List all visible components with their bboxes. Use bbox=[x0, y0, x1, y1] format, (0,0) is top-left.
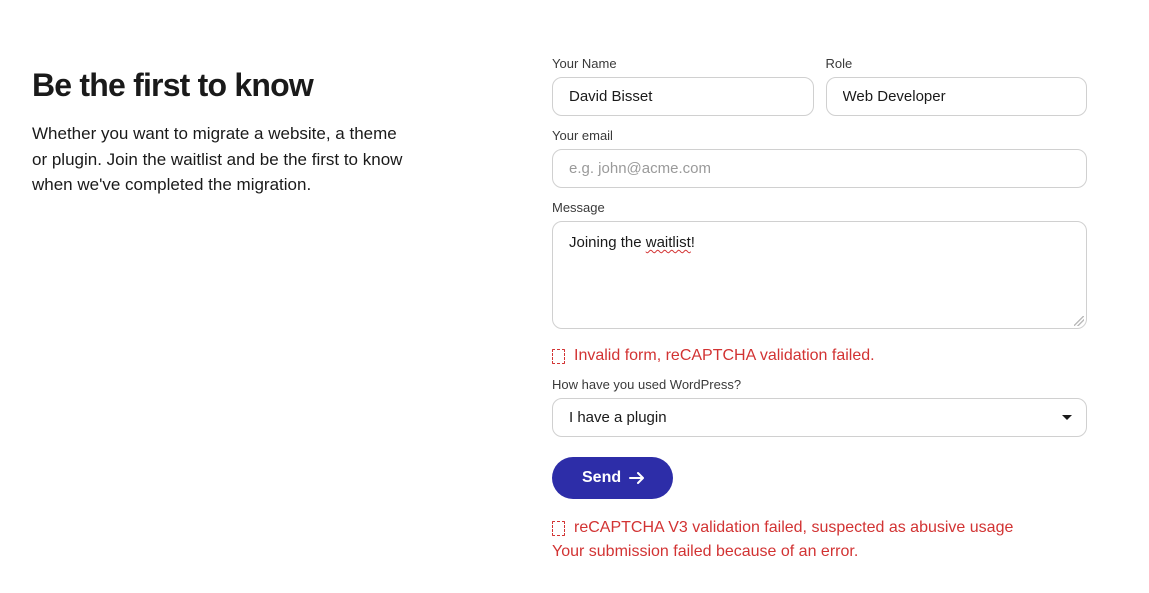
error-top-text: Invalid form, reCAPTCHA validation faile… bbox=[574, 347, 875, 365]
arrow-right-icon bbox=[629, 471, 645, 485]
wordpress-select[interactable]: I have a plugin bbox=[552, 398, 1087, 437]
role-label: Role bbox=[826, 56, 1088, 71]
error-bottom-row: reCAPTCHA V3 validation failed, suspecte… bbox=[552, 519, 1087, 537]
message-label: Message bbox=[552, 200, 1087, 215]
email-label: Your email bbox=[552, 128, 1087, 143]
error-bottom2-text: Your submission failed because of an err… bbox=[552, 543, 1087, 561]
message-text-post: ! bbox=[691, 234, 695, 251]
message-text-spell: waitlist bbox=[646, 234, 691, 251]
send-button[interactable]: Send bbox=[552, 457, 673, 499]
error-icon bbox=[552, 521, 565, 536]
email-input[interactable] bbox=[552, 149, 1087, 188]
page-subtitle: Whether you want to migrate a website, a… bbox=[32, 121, 412, 198]
message-text-pre: Joining the bbox=[569, 234, 646, 251]
error-top-row: Invalid form, reCAPTCHA validation faile… bbox=[552, 347, 1087, 365]
message-textarea[interactable]: Joining the waitlist! bbox=[552, 221, 1087, 329]
name-label: Your Name bbox=[552, 56, 814, 71]
send-button-label: Send bbox=[582, 469, 621, 487]
name-input[interactable] bbox=[552, 77, 814, 116]
select-label: How have you used WordPress? bbox=[552, 377, 1087, 392]
page-title: Be the first to know bbox=[32, 68, 472, 103]
role-input[interactable] bbox=[826, 77, 1088, 116]
error-bottom1-text: reCAPTCHA V3 validation failed, suspecte… bbox=[574, 519, 1013, 537]
error-icon bbox=[552, 349, 565, 364]
